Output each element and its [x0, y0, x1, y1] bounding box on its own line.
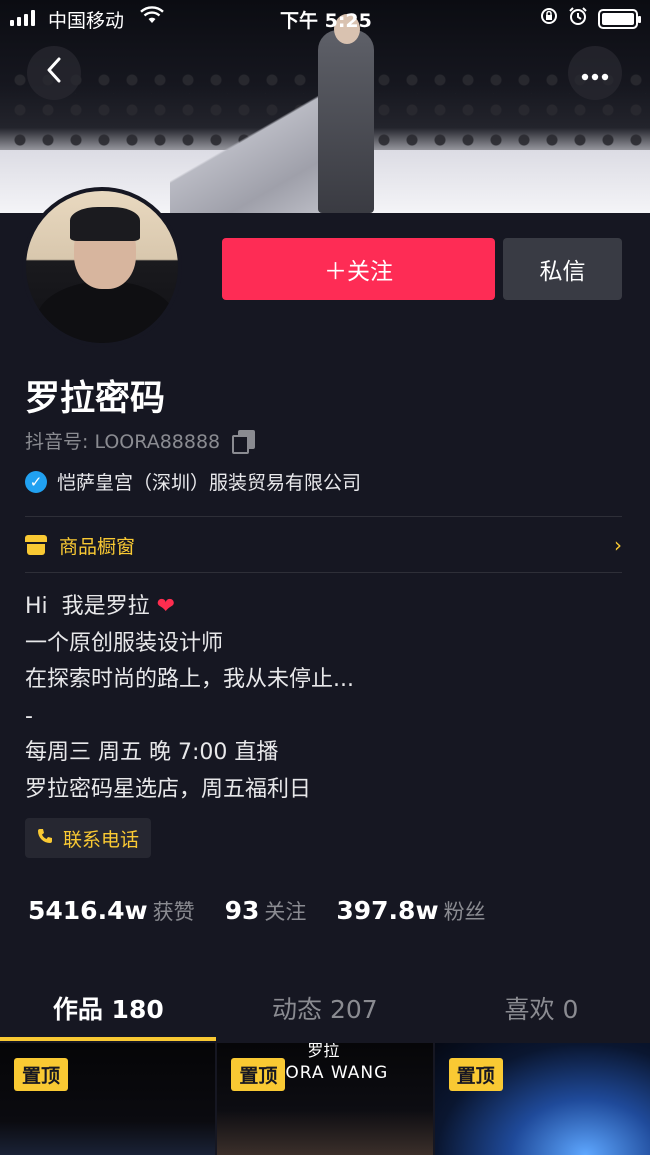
pinned-badge: 置顶 — [14, 1058, 69, 1091]
thumbnail-caption: ORA WANG — [285, 1063, 389, 1083]
message-button-label: 私信 — [539, 259, 586, 285]
alarm-icon — [568, 6, 588, 31]
video-thumbnail[interactable]: 置顶 — [0, 1043, 216, 1155]
tab-works[interactable]: 作品 180 — [0, 975, 217, 1041]
follow-button[interactable]: ＋关注 — [222, 238, 495, 300]
bio-line: 一个原创服装设计师 — [25, 630, 224, 656]
following-count[interactable]: 93 — [225, 896, 260, 925]
thumbnail-caption: 罗拉 — [307, 1043, 340, 1060]
bio-line: 在探索时尚的路上，我从未停止... — [25, 667, 354, 692]
carrier-name: 中国移动 — [48, 10, 125, 32]
stats-row: 5416.4w 获赞 93 关注 397.8w 粉丝 — [28, 896, 516, 926]
divider — [25, 572, 622, 573]
bio-text: Hi 我是罗拉 ❤ 一个原创服装设计师 在探索时尚的路上，我从未停止... - … — [25, 589, 354, 808]
bio-line: - — [25, 703, 33, 729]
pinned-badge: 置顶 — [448, 1058, 503, 1091]
wifi-icon — [140, 6, 164, 29]
followers-label[interactable]: 粉丝 — [444, 896, 486, 926]
rotation-lock-icon — [540, 7, 558, 30]
phone-icon — [37, 827, 53, 849]
avatar[interactable] — [22, 187, 182, 347]
content-tabs: 作品 180 动态 207 喜欢 0 — [0, 975, 650, 1041]
copy-icon[interactable] — [232, 429, 256, 454]
contact-phone-label: 联系电话 — [63, 828, 140, 851]
contact-phone-button[interactable]: 联系电话 — [25, 818, 152, 858]
more-button[interactable] — [568, 46, 622, 100]
douyin-id: 抖音号: LOORA88888 — [25, 431, 221, 453]
back-button[interactable] — [27, 46, 81, 100]
tab-likes[interactable]: 喜欢 0 — [433, 975, 650, 1041]
verified-row: ✓ 恺萨皇宫（深圳）服装贸易有限公司 — [25, 468, 361, 495]
heart-icon: ❤ — [156, 594, 176, 619]
pinned-badge: 置顶 — [231, 1058, 286, 1091]
chevron-left-icon — [46, 57, 62, 90]
divider — [25, 516, 622, 517]
shop-icon — [25, 535, 47, 555]
avatar-coat — [36, 281, 176, 343]
avatar-hair — [70, 207, 140, 241]
signal-icon — [10, 10, 35, 26]
shop-window-label: 商品橱窗 — [59, 535, 136, 558]
verified-check-icon: ✓ — [25, 470, 47, 493]
message-button[interactable]: 私信 — [503, 238, 622, 300]
verified-company: 恺萨皇宫（深圳）服装贸易有限公司 — [57, 472, 362, 494]
status-time: 下午 5:25 — [280, 10, 372, 32]
status-bar: 中国移动 下午 5:25 — [0, 0, 650, 36]
video-thumbnail[interactable]: 罗拉 ORA WANG 置顶 — [217, 1043, 433, 1155]
battery-icon — [598, 8, 641, 29]
shop-window-row[interactable]: 商品橱窗 › — [25, 527, 622, 563]
bio-line: 每周三 周五 晚 7:00 直播 — [25, 740, 279, 765]
banner-model — [318, 30, 374, 213]
tab-posts[interactable]: 动态 207 — [217, 975, 434, 1041]
video-grid: 置顶 罗拉 ORA WANG 置顶 置顶 — [0, 1043, 650, 1155]
likes-count: 5416.4w — [28, 896, 148, 925]
profile-name: 罗拉密码 — [25, 379, 166, 419]
followers-count[interactable]: 397.8w — [336, 896, 438, 925]
likes-label: 获赞 — [152, 900, 195, 924]
video-thumbnail[interactable]: 置顶 — [434, 1043, 650, 1155]
more-dots-icon — [581, 59, 609, 87]
bio-line: Hi 我是罗拉 — [25, 594, 157, 619]
bio-line: 罗拉密码星选店，周五福利日 — [25, 776, 312, 802]
following-label[interactable]: 关注 — [264, 896, 306, 926]
douyin-id-row: 抖音号: LOORA88888 — [25, 427, 256, 454]
follow-button-label: ＋关注 — [324, 259, 393, 285]
chevron-right-icon: › — [614, 533, 622, 557]
